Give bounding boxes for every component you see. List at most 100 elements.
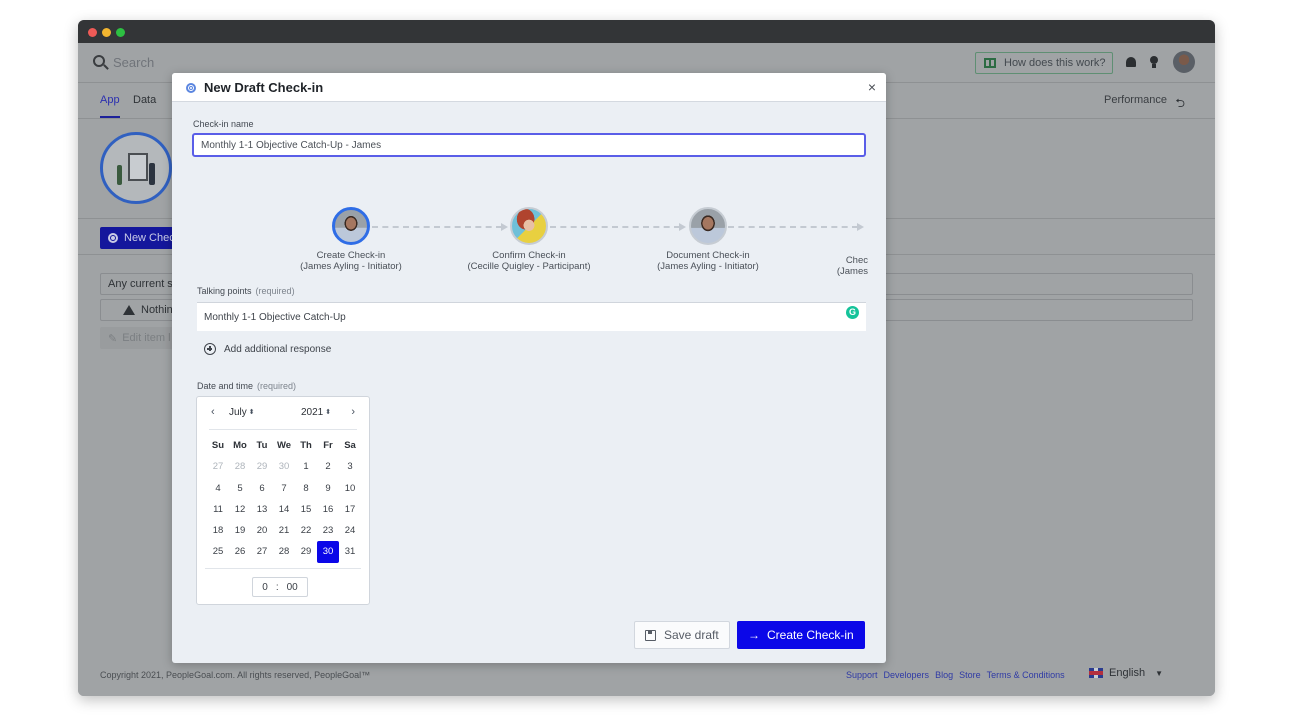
close-icon[interactable]: × bbox=[868, 79, 876, 95]
workflow-step-document: Document Check-in (James Ayling - Initia… bbox=[628, 207, 788, 272]
weekday-header: We bbox=[276, 440, 292, 451]
minimize-window-button[interactable] bbox=[102, 28, 111, 37]
calendar-day[interactable]: 19 bbox=[229, 520, 251, 541]
create-checkin-button[interactable]: → Create Check-in bbox=[737, 621, 865, 649]
weekday-header: Mo bbox=[233, 440, 247, 451]
month-select[interactable]: July ⬍ bbox=[229, 407, 255, 418]
calendar-day[interactable]: 6 bbox=[251, 478, 273, 499]
calendar-day[interactable]: 23 bbox=[317, 520, 339, 541]
add-additional-response-button[interactable]: Add additional response bbox=[204, 343, 331, 355]
performance-link[interactable]: Performance bbox=[1104, 94, 1167, 106]
hour-field[interactable]: 0 bbox=[262, 582, 268, 593]
calendar-day[interactable]: 24 bbox=[339, 520, 361, 541]
minute-field[interactable]: 00 bbox=[287, 582, 298, 593]
updown-icon: ⬍ bbox=[248, 409, 255, 416]
step-avatar-cecille bbox=[510, 207, 548, 245]
bell-icon[interactable] bbox=[1126, 57, 1136, 67]
step-person: (James bbox=[836, 266, 868, 277]
search-icon bbox=[93, 55, 105, 67]
close-window-button[interactable] bbox=[88, 28, 97, 37]
footer-link-developers[interactable]: Developers bbox=[884, 670, 930, 680]
edit-item-label: Edit item l bbox=[122, 332, 171, 344]
calendar-day[interactable]: 16 bbox=[317, 499, 339, 520]
grammarly-icon[interactable]: G bbox=[846, 306, 859, 319]
calendar-day[interactable]: 17 bbox=[339, 499, 361, 520]
step-person: (James Ayling - Initiator) bbox=[657, 261, 759, 272]
calendar-day[interactable]: 1 bbox=[295, 456, 317, 477]
create-checkin-label: Create Check-in bbox=[767, 628, 854, 642]
calendar-day[interactable]: 4 bbox=[207, 478, 229, 499]
plus-circle-icon bbox=[204, 343, 216, 355]
modal-header: New Draft Check-in × bbox=[172, 73, 886, 102]
help-label: How does this work? bbox=[1004, 57, 1106, 69]
window-titlebar bbox=[78, 20, 1215, 43]
maximize-window-button[interactable] bbox=[116, 28, 125, 37]
calendar-day[interactable]: 2 bbox=[317, 456, 339, 477]
calendar-day[interactable]: 29 bbox=[251, 456, 273, 477]
edit-item-button[interactable]: ✎ Edit item l bbox=[100, 327, 180, 349]
calendar-day[interactable]: 8 bbox=[295, 478, 317, 499]
calendar-day-selected[interactable]: 30 bbox=[317, 541, 339, 563]
calendar-header: ‹ July ⬍ 2021 ⬍ › bbox=[197, 405, 369, 423]
calendar-day[interactable]: 10 bbox=[339, 478, 361, 499]
calendar-day[interactable]: 7 bbox=[273, 478, 295, 499]
copyright: Copyright 2021, PeopleGoal.com. All righ… bbox=[100, 670, 371, 680]
calendar-day[interactable]: 30 bbox=[273, 456, 295, 477]
tab-data[interactable]: Data bbox=[133, 94, 156, 106]
return-icon[interactable]: ⮌ bbox=[1175, 94, 1185, 115]
calendar-day[interactable]: 21 bbox=[273, 520, 295, 541]
checkin-name-input[interactable] bbox=[192, 133, 866, 157]
calendar-day[interactable]: 9 bbox=[317, 478, 339, 499]
chevron-right-icon[interactable]: › bbox=[351, 406, 355, 418]
calendar-day[interactable]: 27 bbox=[251, 541, 273, 562]
calendar-day[interactable]: 14 bbox=[273, 499, 295, 520]
calendar-day[interactable]: 28 bbox=[229, 456, 251, 477]
footer-links: Support Developers Blog Store Terms & Co… bbox=[846, 670, 1065, 680]
calendar-day[interactable]: 31 bbox=[339, 541, 361, 562]
divider bbox=[209, 429, 357, 430]
talking-points-input[interactable]: Monthly 1-1 Objective Catch-Up G bbox=[197, 302, 866, 331]
calendar-day[interactable]: 12 bbox=[229, 499, 251, 520]
weekday-header: Tu bbox=[256, 440, 268, 451]
language-selector[interactable]: English ▼ bbox=[1089, 667, 1163, 679]
tab-app[interactable]: App bbox=[100, 94, 120, 106]
calendar-day[interactable]: 27 bbox=[207, 456, 229, 477]
calendar-day[interactable]: 26 bbox=[229, 541, 251, 562]
footer-link-store[interactable]: Store bbox=[959, 670, 981, 680]
warning-icon bbox=[123, 305, 135, 315]
calendar-day[interactable]: 15 bbox=[295, 499, 317, 520]
weekday-header: Sa bbox=[344, 440, 356, 451]
save-draft-button[interactable]: Save draft bbox=[634, 621, 730, 649]
calendar-day[interactable]: 29 bbox=[295, 541, 317, 562]
calendar-day[interactable]: 18 bbox=[207, 520, 229, 541]
date-time-label: Date and time (required) bbox=[197, 381, 296, 391]
calendar-day[interactable]: 3 bbox=[339, 456, 361, 477]
footer-link-blog[interactable]: Blog bbox=[935, 670, 953, 680]
calendar-day[interactable]: 25 bbox=[207, 541, 229, 562]
updown-icon: ⬍ bbox=[325, 409, 332, 416]
footer-link-support[interactable]: Support bbox=[846, 670, 878, 680]
workflow-step-confirm: Confirm Check-in (Cecille Quigley - Part… bbox=[449, 207, 609, 272]
year-select[interactable]: 2021 ⬍ bbox=[301, 407, 331, 418]
step-person: (James Ayling - Initiator) bbox=[300, 261, 402, 272]
user-avatar[interactable] bbox=[1173, 51, 1195, 73]
pencil-icon: ✎ bbox=[108, 332, 118, 345]
calendar-day[interactable]: 22 bbox=[295, 520, 317, 541]
step-title: Create Check-in bbox=[316, 250, 386, 261]
new-draft-checkin-modal: New Draft Check-in × Check-in name Creat… bbox=[172, 73, 886, 663]
how-does-this-work-button[interactable]: How does this work? bbox=[975, 52, 1113, 74]
calendar-day[interactable]: 13 bbox=[251, 499, 273, 520]
search-input[interactable]: Search bbox=[113, 55, 154, 70]
step-title: Chec bbox=[845, 255, 868, 266]
footer-link-terms[interactable]: Terms & Conditions bbox=[987, 670, 1065, 680]
date-label-text: Date and time bbox=[197, 381, 254, 391]
chevron-left-icon[interactable]: ‹ bbox=[211, 406, 215, 418]
calendar-day[interactable]: 20 bbox=[251, 520, 273, 541]
language-label: English bbox=[1109, 667, 1146, 679]
calendar-day[interactable]: 11 bbox=[207, 499, 229, 520]
calendar-day[interactable]: 5 bbox=[229, 478, 251, 499]
time-separator: : bbox=[275, 581, 279, 593]
lightbulb-icon[interactable] bbox=[1150, 56, 1158, 68]
time-input[interactable]: 0 : 00 bbox=[252, 577, 308, 597]
calendar-day[interactable]: 28 bbox=[273, 541, 295, 562]
